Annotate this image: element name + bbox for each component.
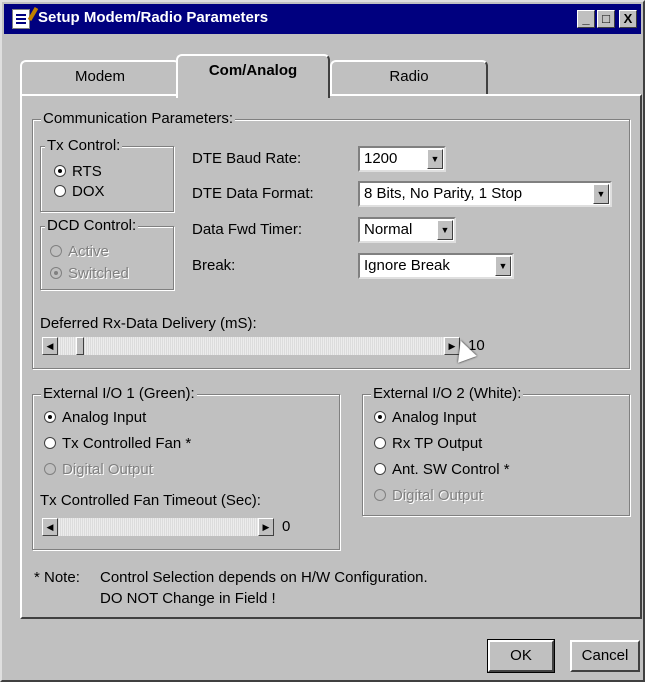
app-icon (12, 9, 30, 29)
tab-strip: Modem Com/Analog Radio (20, 54, 490, 98)
window-title: Setup Modem/Radio Parameters (38, 9, 269, 26)
title-bar[interactable]: Setup Modem/Radio Parameters _ □ X (4, 4, 641, 34)
tab-radio[interactable]: Radio (330, 60, 488, 96)
ok-button[interactable]: OK (487, 639, 555, 673)
maximize-button[interactable]: □ (597, 10, 615, 28)
tab-com-analog[interactable]: Com/Analog (176, 54, 330, 98)
cancel-button[interactable]: Cancel (570, 640, 640, 672)
tab-modem[interactable]: Modem (20, 60, 180, 96)
tab-panel (20, 94, 642, 619)
close-button[interactable]: X (619, 10, 637, 28)
dialog-window: Setup Modem/Radio Parameters _ □ X Modem… (0, 0, 645, 682)
minimize-button[interactable]: _ (577, 10, 595, 28)
